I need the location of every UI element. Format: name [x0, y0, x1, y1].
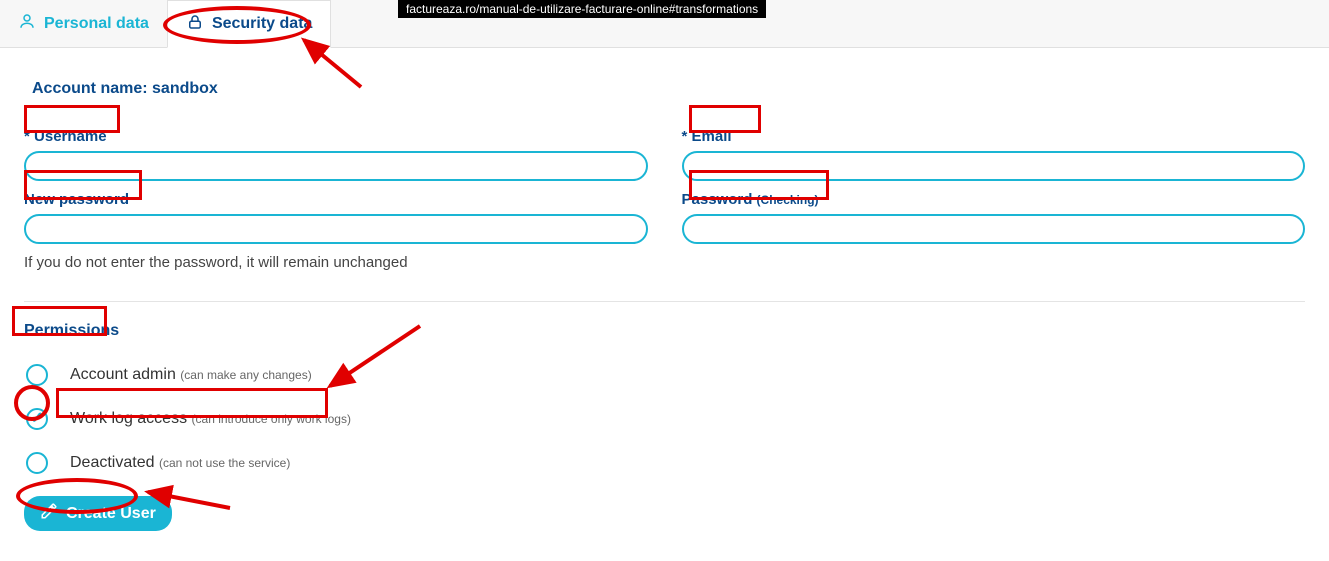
tab-security-data[interactable]: Security data: [167, 0, 331, 48]
content-area: Account name: sandbox * Username * Email…: [0, 48, 1329, 561]
permission-option-worklog[interactable]: Work log access (can introduce only work…: [24, 408, 1305, 430]
perm-label: Deactivated: [70, 454, 155, 471]
new-password-group: New password If you do not enter the pas…: [24, 191, 648, 271]
password-check-group: Password (Checking): [682, 191, 1306, 271]
lock-icon: [186, 13, 204, 36]
form-row-1: * Username * Email: [24, 128, 1305, 181]
perm-note: (can introduce only work logs): [192, 412, 351, 426]
username-label: * Username: [24, 128, 107, 145]
label-text: Email: [692, 128, 732, 145]
radio-icon[interactable]: [26, 364, 48, 386]
person-icon: [18, 12, 36, 35]
permissions-heading: Permissions: [24, 322, 119, 340]
email-label: * Email: [682, 128, 732, 145]
email-input[interactable]: [682, 151, 1306, 181]
account-name-prefix: Account name:: [32, 80, 152, 97]
permission-text: Work log access (can introduce only work…: [70, 410, 351, 428]
label-note: (Checking): [757, 193, 819, 207]
tab-personal-data[interactable]: Personal data: [0, 0, 167, 47]
perm-label: Work log access: [70, 410, 187, 427]
new-password-input[interactable]: [24, 214, 648, 244]
radio-icon[interactable]: [26, 408, 48, 430]
divider: [24, 301, 1305, 302]
perm-note: (can not use the service): [159, 456, 290, 470]
perm-note: (can make any changes): [180, 368, 311, 382]
permission-option-admin[interactable]: Account admin (can make any changes): [24, 364, 1305, 386]
perm-label: Account admin: [70, 366, 176, 383]
password-hint: If you do not enter the password, it wil…: [24, 254, 648, 271]
create-user-button[interactable]: Create User: [24, 496, 172, 531]
browser-url: factureaza.ro/manual-de-utilizare-factur…: [398, 0, 766, 18]
password-check-input[interactable]: [682, 214, 1306, 244]
radio-icon[interactable]: [26, 452, 48, 474]
tab-label: Personal data: [44, 15, 149, 33]
label-text: Username: [34, 128, 107, 145]
account-name-value: sandbox: [152, 80, 218, 97]
tab-label: Security data: [212, 15, 312, 33]
button-label: Create User: [66, 505, 156, 523]
username-input[interactable]: [24, 151, 648, 181]
permission-text: Account admin (can make any changes): [70, 366, 312, 384]
permission-text: Deactivated (can not use the service): [70, 454, 290, 472]
username-group: * Username: [24, 128, 648, 181]
new-password-label: New password: [24, 191, 129, 208]
edit-icon: [40, 502, 58, 525]
form-row-2: New password If you do not enter the pas…: [24, 191, 1305, 271]
password-check-label: Password (Checking): [682, 191, 819, 208]
permission-option-deactivated[interactable]: Deactivated (can not use the service): [24, 452, 1305, 474]
account-name: Account name: sandbox: [32, 80, 1305, 98]
label-text: Password: [682, 191, 753, 208]
email-group: * Email: [682, 128, 1306, 181]
